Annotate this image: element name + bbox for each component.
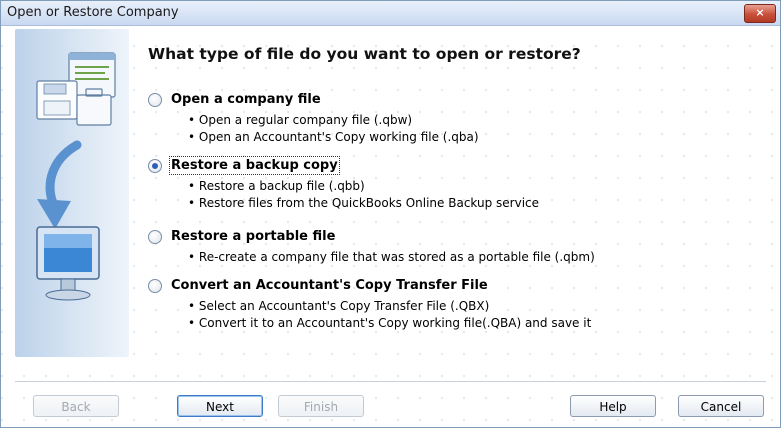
title-bar: Open or Restore Company × <box>1 1 780 26</box>
option-label[interactable]: Restore a portable file <box>171 229 335 244</box>
dialog-heading: What type of file do you want to open or… <box>148 45 581 63</box>
bullet-item: Restore files from the QuickBooks Online… <box>188 195 539 212</box>
illustration-panel <box>15 29 129 357</box>
bullet-item: Open an Accountant's Copy working file (… <box>188 129 479 146</box>
option-label[interactable]: Restore a backup copy <box>169 156 340 175</box>
cancel-button[interactable]: Cancel <box>678 395 764 417</box>
window-title: Open or Restore Company <box>7 5 179 20</box>
back-button[interactable]: Back <box>33 395 119 417</box>
radio-restore-portable-file[interactable] <box>148 230 162 244</box>
option-bullets: Re-create a company file that was stored… <box>188 249 595 266</box>
close-button[interactable]: × <box>744 4 776 23</box>
help-button[interactable]: Help <box>570 395 656 417</box>
bullet-item: Re-create a company file that was stored… <box>188 249 595 266</box>
radio-convert-transfer-file[interactable] <box>148 279 162 293</box>
bullet-item: Open a regular company file (.qbw) <box>188 112 479 129</box>
bullet-item: Select an Accountant's Copy Transfer Fil… <box>188 298 591 315</box>
document-files-icon <box>36 52 116 126</box>
close-icon: × <box>755 6 765 19</box>
option-bullets: Restore a backup file (.qbb) Restore fil… <box>188 178 539 212</box>
down-arrow-icon <box>37 140 82 229</box>
footer-divider <box>15 381 766 382</box>
option-bullets: Select an Accountant's Copy Transfer Fil… <box>188 298 591 332</box>
option-label[interactable]: Convert an Accountant's Copy Transfer Fi… <box>171 278 488 293</box>
option-label[interactable]: Open a company file <box>171 92 321 107</box>
radio-open-company-file[interactable] <box>148 93 162 107</box>
next-button[interactable]: Next <box>177 395 263 417</box>
open-restore-dialog: Open or Restore Company × What type of f… <box>0 0 781 428</box>
computer-monitor-icon <box>36 226 100 301</box>
illustration-svg <box>36 52 116 301</box>
option-bullets: Open a regular company file (.qbw) Open … <box>188 112 479 146</box>
bullet-item: Convert it to an Accountant's Copy worki… <box>188 315 591 332</box>
finish-button[interactable]: Finish <box>278 395 364 417</box>
radio-restore-backup-copy[interactable] <box>148 159 162 173</box>
bullet-item: Restore a backup file (.qbb) <box>188 178 539 195</box>
